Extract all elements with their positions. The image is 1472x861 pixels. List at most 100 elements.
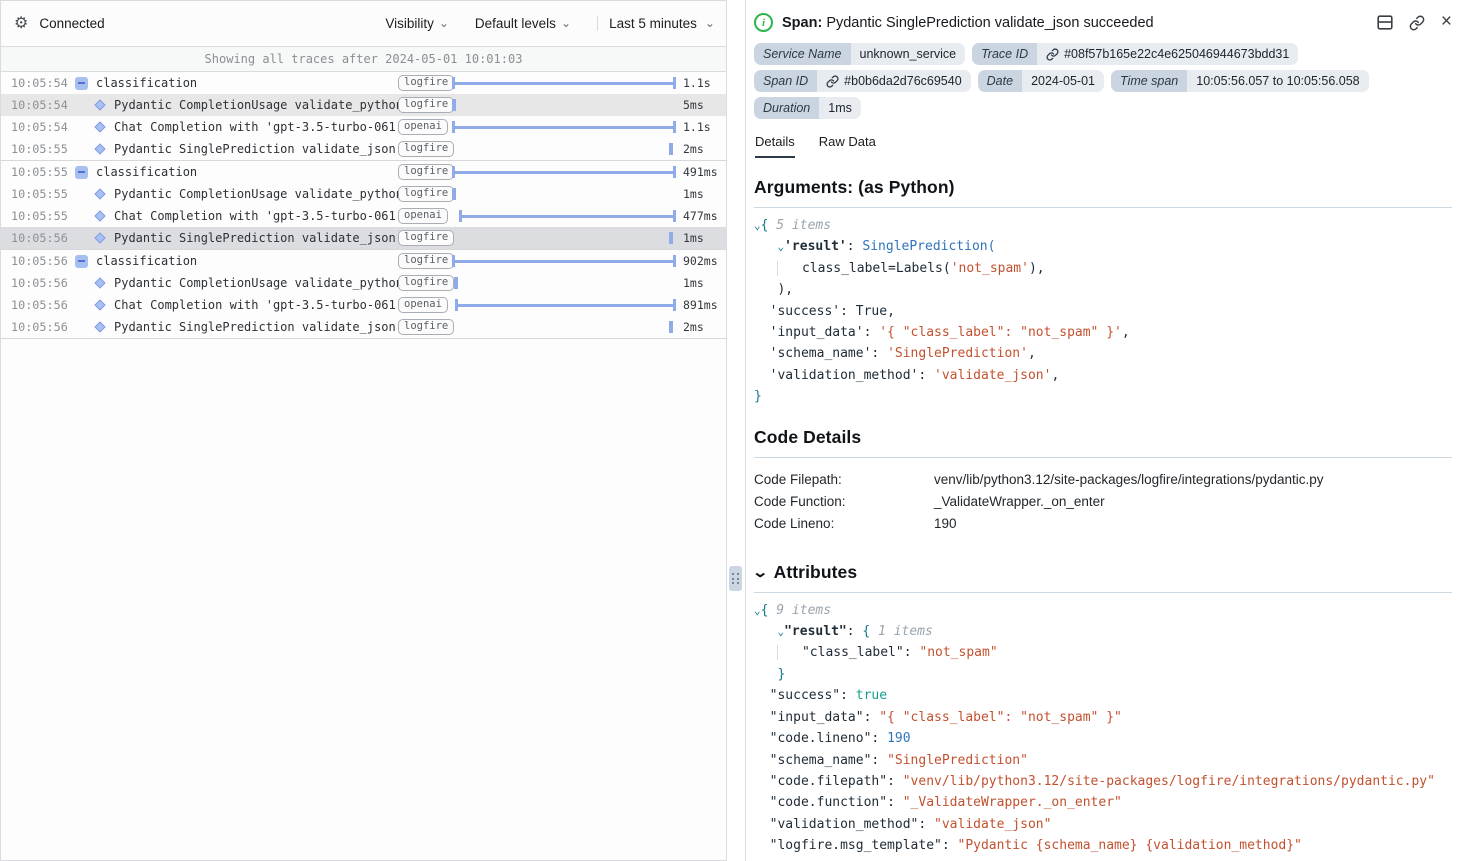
tag-zone: logfire	[398, 186, 444, 202]
tag-pill: openai	[398, 119, 448, 135]
arguments-heading: Arguments: (as Python)	[754, 177, 1452, 198]
trace-row[interactable]: 10:05:56classificationlogfire902ms	[1, 250, 726, 272]
span-diamond-icon	[94, 299, 105, 310]
duration-tick-bar	[454, 277, 458, 289]
trace-row[interactable]: 10:05:56Pydantic SinglePrediction valida…	[1, 227, 726, 249]
duration-bar-line	[452, 126, 676, 129]
span-diamond-icon	[94, 232, 105, 243]
trace-row[interactable]: 10:05:55Chat Completion with 'gpt-3.5-tu…	[1, 205, 726, 227]
collapse-minus-icon[interactable]	[75, 77, 88, 90]
trace-row-duration: 1.1s	[676, 120, 722, 134]
tag-zone: openai	[398, 208, 444, 224]
chevron-down-icon: ⌄	[561, 16, 571, 30]
trace-row[interactable]: 10:05:56Pydantic CompletionUsage validat…	[1, 272, 726, 294]
duration-bar-zone	[452, 72, 676, 94]
tag-pill: logfire	[398, 164, 454, 180]
badge-label: Trace ID	[972, 43, 1037, 65]
split-view-icon[interactable]	[1377, 15, 1393, 30]
tag-pill: logfire	[398, 253, 454, 269]
duration-range-bar	[452, 166, 676, 178]
tag-zone: openai	[398, 297, 444, 313]
default-levels-dropdown[interactable]: Default levels ⌄	[475, 16, 571, 31]
trace-row-duration: 491ms	[676, 165, 722, 179]
duration-bar-zone	[452, 316, 676, 338]
span-title: Span: Pydantic SinglePrediction validate…	[782, 15, 1377, 31]
trace-row-duration: 5ms	[676, 98, 722, 112]
tag-zone: logfire	[398, 97, 444, 113]
time-range-dropdown[interactable]: Last 5 minutes ⌄	[597, 16, 726, 31]
trace-row-duration: 1.1s	[676, 76, 722, 90]
code-line: }	[754, 857, 1452, 861]
trace-row[interactable]: 10:05:55Pydantic CompletionUsage validat…	[1, 183, 726, 205]
code-line: "logfire.msg_template": "Pydantic {schem…	[754, 835, 1452, 856]
tag-zone: logfire	[398, 141, 444, 157]
trace-row-duration: 1ms	[676, 187, 722, 201]
duration-tick-bar	[452, 99, 456, 111]
badge-value: 1ms	[819, 97, 861, 119]
close-icon[interactable]: ×	[1441, 12, 1452, 31]
attributes-json-code: ⌄{ 9 items ⌄"result": { 1 items "class_l…	[754, 600, 1452, 861]
tag-zone: logfire	[398, 164, 444, 180]
trace-row-time: 10:05:54	[11, 76, 69, 90]
trace-row-time: 10:05:55	[11, 209, 69, 223]
code-line: "schema_name": "SinglePrediction"	[754, 750, 1452, 771]
trace-row-name: Pydantic CompletionUsage validate_python	[114, 276, 398, 290]
span-diamond-icon	[94, 321, 105, 332]
trace-row-time: 10:05:55	[11, 187, 69, 201]
trace-row[interactable]: 10:05:54Pydantic CompletionUsage validat…	[1, 94, 726, 116]
badge-label: Service Name	[754, 43, 851, 65]
settings-gear-icon[interactable]: ⚙	[14, 16, 28, 32]
time-range-value: Last 5 minutes	[609, 16, 697, 31]
trace-toolbar: ⚙ Connected Visibility ⌄ Default levels …	[1, 1, 726, 47]
badge-value[interactable]: #b0b6da2d76c69540	[817, 70, 970, 92]
duration-bar-line	[459, 215, 676, 218]
badge-label: Duration	[754, 97, 819, 119]
expand-chevron-icon[interactable]: ⌄	[754, 604, 761, 617]
collapse-minus-icon[interactable]	[75, 255, 88, 268]
trace-row[interactable]: 10:05:54Chat Completion with 'gpt-3.5-tu…	[1, 116, 726, 138]
divider	[754, 207, 1452, 208]
trace-row[interactable]: 10:05:54classificationlogfire1.1s	[1, 72, 726, 94]
badge-value: unknown_service	[851, 43, 966, 65]
badge-label: Time span	[1111, 70, 1187, 92]
visibility-dropdown[interactable]: Visibility ⌄	[385, 16, 449, 31]
tag-zone: logfire	[398, 230, 444, 246]
span-diamond-icon	[94, 121, 105, 132]
detail-tabs: Details Raw Data	[754, 134, 1452, 158]
code-line: class_label=Labels('not_spam'),	[754, 258, 1452, 279]
tag-zone: logfire	[398, 253, 444, 269]
tag-zone: logfire	[398, 319, 444, 335]
tag-pill: logfire	[398, 141, 454, 157]
trace-row[interactable]: 10:05:55classificationlogfire491ms	[1, 161, 726, 183]
span-diamond-icon	[94, 99, 105, 110]
trace-row-name: Chat Completion with 'gpt-3.5-turbo-061	[114, 120, 398, 134]
duration-bar-line	[452, 260, 676, 263]
trace-group: 10:05:55classificationlogfire491ms10:05:…	[1, 161, 726, 250]
trace-row-time: 10:05:54	[11, 98, 69, 112]
trace-row-time: 10:05:56	[11, 298, 69, 312]
badge: Date2024-05-01	[978, 70, 1104, 92]
span-diamond-icon	[94, 277, 105, 288]
tab-raw-data[interactable]: Raw Data	[819, 134, 876, 158]
tag-zone: openai	[398, 119, 444, 135]
tab-details[interactable]: Details	[755, 134, 795, 158]
trace-group: 10:05:54classificationlogfire1.1s10:05:5…	[1, 72, 726, 161]
trace-row-name: Pydantic SinglePrediction validate_json	[114, 231, 398, 245]
trace-row[interactable]: 10:05:56Pydantic SinglePrediction valida…	[1, 316, 726, 338]
expand-chevron-icon[interactable]: ⌄	[754, 219, 761, 232]
splitter-drag-handle[interactable]	[729, 566, 742, 591]
collapse-minus-icon[interactable]	[75, 166, 88, 179]
tag-pill: logfire	[398, 319, 454, 335]
code-detail-row: Code Function:_ValidateWrapper._on_enter	[754, 491, 1452, 513]
trace-row[interactable]: 10:05:55Pydantic SinglePrediction valida…	[1, 138, 726, 160]
copy-link-icon[interactable]	[1409, 15, 1425, 31]
duration-tick-bar	[669, 321, 673, 333]
badge-value[interactable]: #08f57b165e22c4e625046944673bdd31	[1037, 43, 1298, 65]
duration-bar-zone	[452, 205, 676, 227]
link-icon	[1046, 48, 1059, 61]
attributes-header[interactable]: ⌄ Attributes	[754, 562, 1452, 583]
trace-row[interactable]: 10:05:56Chat Completion with 'gpt-3.5-tu…	[1, 294, 726, 316]
duration-bar-zone	[452, 250, 676, 272]
duration-bar-zone	[452, 294, 676, 316]
badge-label: Date	[978, 70, 1022, 92]
